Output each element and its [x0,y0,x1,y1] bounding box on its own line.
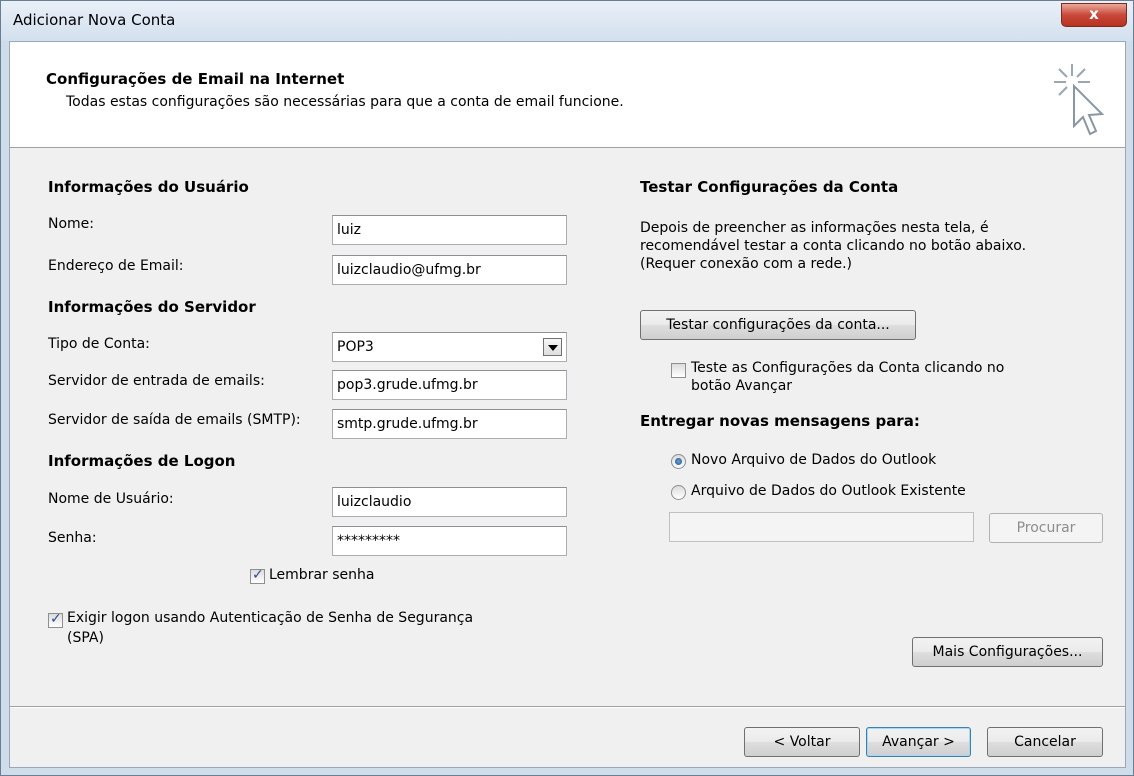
name-field[interactable]: luiz [332,215,567,245]
account-type-select[interactable]: POP3 [332,332,567,362]
new-data-file-label: Novo Arquivo de Dados do Outlook [691,452,937,468]
chevron-down-icon[interactable] [543,338,562,356]
spa-checkbox[interactable] [48,611,63,628]
test-settings-heading: Testar Configurações da Conta [640,178,899,196]
incoming-server-field[interactable]: pop3.grude.ufmg.br [332,370,567,400]
spa-label-line2: (SPA) [67,630,104,646]
next-button[interactable]: Avançar > [866,727,971,757]
remember-password-checkbox[interactable] [250,567,265,584]
incoming-server-label: Servidor de entrada de emails: [48,373,265,389]
browse-button[interactable]: Procurar [989,513,1103,543]
password-label: Senha: [48,530,97,546]
dialog-client-area: Configurações de Email na Internet Todas… [9,41,1126,768]
test-desc-line2: recomendável testar a conta clicando no … [640,238,1027,254]
outgoing-server-field[interactable]: smtp.grude.ufmg.br [332,409,567,439]
more-settings-button[interactable]: Mais Configurações... [912,637,1103,667]
server-info-heading: Informações do Servidor [48,298,256,316]
account-type-value: POP3 [337,339,374,355]
title-bar[interactable]: Adicionar Nova Conta x [1,1,1133,41]
delivery-heading: Entregar novas mensagens para: [640,412,920,430]
cancel-button[interactable]: Cancelar [987,727,1103,757]
spa-label-line1: Exigir logon usando Autenticação de Senh… [67,610,474,626]
account-type-label: Tipo de Conta: [48,336,150,352]
footer-separator [10,706,1125,708]
cursor-sparkle-icon [1054,64,1105,136]
email-label: Endereço de Email: [48,258,184,274]
user-info-heading: Informações do Usuário [48,178,249,196]
username-label: Nome de Usuário: [48,491,174,507]
close-button[interactable]: x [1061,3,1127,27]
dialog-window: Adicionar Nova Conta x Configurações de … [0,0,1134,776]
wizard-header: Configurações de Email na Internet Todas… [10,42,1125,148]
header-title: Configurações de Email na Internet [46,70,345,88]
auto-test-checkbox[interactable] [671,363,686,378]
existing-data-file-label: Arquivo de Dados do Outlook Existente [691,483,966,499]
test-desc-line1: Depois de preencher as informações nesta… [640,220,989,236]
password-field[interactable]: ********* [332,526,567,556]
name-label: Nome: [48,216,95,232]
email-field[interactable]: luizclaudio@ufmg.br [332,255,567,285]
window-title: Adicionar Nova Conta [13,11,176,29]
data-file-path-field[interactable] [669,512,974,542]
test-desc-line3: (Requer conexão com a rede.) [640,256,852,272]
logon-info-heading: Informações de Logon [48,452,236,470]
outgoing-server-label: Servidor de saída de emails (SMTP): [48,412,301,428]
header-subtitle: Todas estas configurações são necessária… [66,94,624,110]
back-button[interactable]: < Voltar [744,727,860,757]
username-field[interactable]: luizclaudio [332,487,567,517]
existing-data-file-radio[interactable] [671,485,686,500]
auto-test-label-line2: botão Avançar [691,378,793,394]
auto-test-label-line1: Teste as Configurações da Conta clicando… [691,360,1005,376]
new-data-file-radio[interactable] [671,454,686,469]
test-settings-button[interactable]: Testar configurações da conta... [640,310,916,340]
remember-password-label: Lembrar senha [269,567,375,583]
